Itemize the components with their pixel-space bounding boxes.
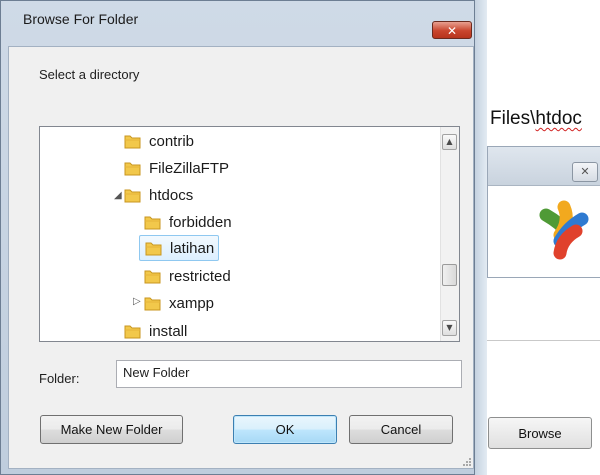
background-separator bbox=[487, 340, 600, 341]
tree-item-latihan[interactable]: latihan bbox=[139, 235, 220, 261]
tree-item-xampp[interactable]: xampp bbox=[144, 290, 214, 316]
dialog-titlebar[interactable]: Browse For Folder ✕ bbox=[1, 1, 474, 39]
expanded-arrow-icon[interactable]: ◢ bbox=[114, 190, 122, 201]
tree-item-label: xampp bbox=[169, 294, 215, 312]
folder-name-input[interactable]: New Folder bbox=[116, 360, 462, 388]
tree-item-label: forbidden bbox=[169, 213, 232, 231]
folder-field-label: Folder: bbox=[39, 371, 80, 386]
tree-item-label: FileZillaFTP bbox=[149, 159, 230, 177]
vertical-scrollbar[interactable]: ▲ ▼ bbox=[440, 127, 459, 341]
folder-icon bbox=[124, 189, 141, 202]
tree-item-htdocs[interactable]: htdocs bbox=[124, 182, 193, 208]
folder-icon bbox=[124, 162, 141, 175]
folder-tree[interactable]: contrib FileZillaFTP ◢ htdocs forbidden … bbox=[39, 126, 460, 342]
tree-item-label: htdocs bbox=[149, 186, 194, 204]
background-path-text: Files\htdoc bbox=[490, 108, 582, 130]
close-button[interactable]: ✕ bbox=[432, 21, 472, 39]
cancel-button[interactable]: Cancel bbox=[349, 415, 453, 444]
scroll-down-icon[interactable]: ▼ bbox=[442, 320, 457, 336]
ok-button[interactable]: OK bbox=[233, 415, 337, 444]
scroll-up-icon[interactable]: ▲ bbox=[442, 134, 457, 150]
tree-item-label: contrib bbox=[149, 132, 195, 150]
folder-icon bbox=[144, 216, 161, 229]
tree-item-forbidden[interactable]: forbidden bbox=[144, 209, 232, 235]
folder-icon bbox=[124, 325, 141, 338]
background-close-button[interactable]: ✕ bbox=[572, 162, 598, 182]
folder-icon bbox=[144, 297, 161, 310]
path-plain: Files\ bbox=[490, 108, 536, 129]
dialog-shadow-strip bbox=[475, 0, 487, 475]
tree-item-install[interactable]: install bbox=[124, 318, 188, 341]
background-dialog-titlebar: ✕ bbox=[488, 147, 600, 186]
dialog-title: Browse For Folder bbox=[23, 11, 139, 27]
tree-item-label: restricted bbox=[169, 267, 231, 285]
path-misspelled: htdoc bbox=[535, 108, 582, 129]
dialog-client-area: Select a directory contrib FileZillaFTP … bbox=[8, 46, 474, 469]
browse-button[interactable]: Browse bbox=[488, 417, 592, 449]
tree-item-label: latihan bbox=[170, 239, 215, 257]
prompt-text: Select a directory bbox=[39, 67, 140, 82]
folder-icon bbox=[124, 135, 141, 148]
joomla-logo bbox=[539, 200, 589, 260]
folder-icon bbox=[145, 242, 162, 255]
tree-item-label: install bbox=[149, 322, 188, 340]
collapsed-arrow-icon[interactable]: ▷ bbox=[133, 296, 141, 307]
tree-item-contrib[interactable]: contrib bbox=[124, 128, 194, 154]
background-dialog: ✕ bbox=[487, 146, 600, 278]
make-new-folder-button[interactable]: Make New Folder bbox=[40, 415, 183, 444]
tree-item-filezillaftp[interactable]: FileZillaFTP bbox=[124, 155, 229, 181]
resize-grip-icon[interactable] bbox=[461, 456, 471, 466]
folder-icon bbox=[144, 270, 161, 283]
browse-for-folder-dialog: Browse For Folder ✕ Select a directory c… bbox=[0, 0, 475, 475]
tree-item-restricted[interactable]: restricted bbox=[144, 263, 231, 289]
scroll-thumb[interactable] bbox=[442, 264, 457, 286]
